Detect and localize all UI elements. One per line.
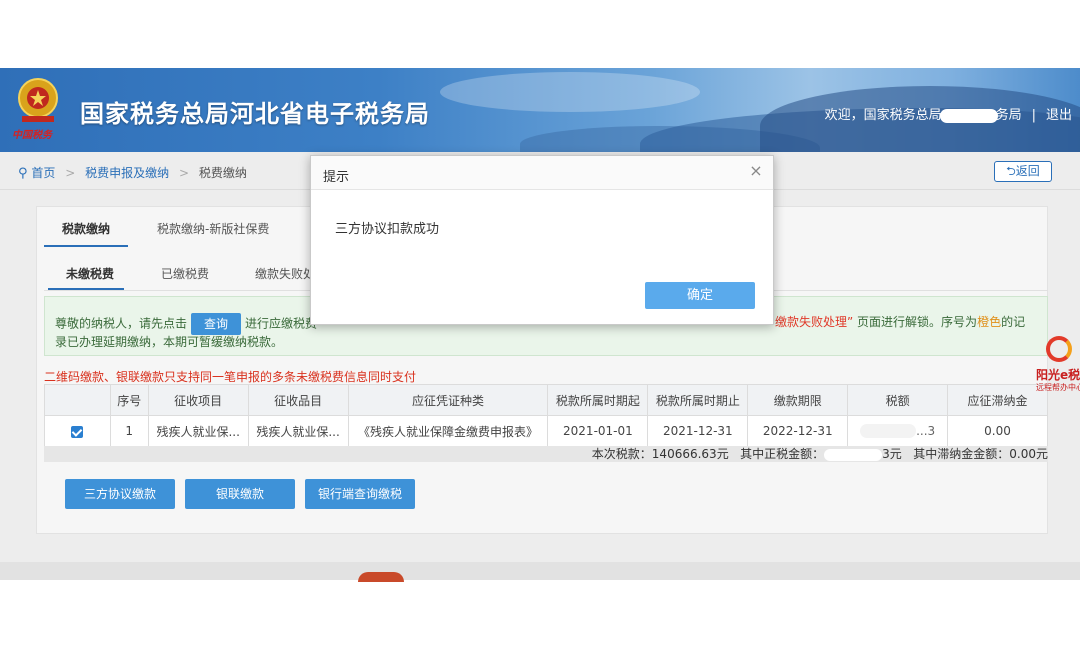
notice-text: 尊敬的纳税人，请先点击 (55, 316, 188, 331)
breadcrumb-home[interactable]: 首页 (31, 166, 55, 180)
redacted-block (824, 448, 883, 461)
cell-voucher: 《残疾人就业保障金缴费申报表》 (347, 415, 549, 447)
notice-text: 页面进行解锁。序号为 (857, 315, 978, 329)
col-header: 应征滞纳金 (947, 384, 1048, 416)
notice-text: 的记 (1001, 315, 1026, 329)
payment-warning: 二维码缴款、银联缴款只支持同一笔申报的多条未缴税费信息同时支付 (44, 370, 417, 384)
breadcrumb-arrow-icon: > (65, 166, 76, 180)
col-header: 税款所属时期起 (547, 384, 649, 416)
back-button-label: 返回 (1015, 164, 1040, 178)
col-header (44, 384, 111, 416)
tab-payment-failed[interactable]: 缴款失败处 (255, 265, 315, 282)
cell-index: 1 (109, 415, 149, 447)
site-title: 国家税务总局河北省电子税务局 (80, 100, 430, 128)
dialog-title: 提示 (323, 170, 350, 185)
table-row[interactable]: 1 残疾人就业保... 残疾人就业保... 《残疾人就业保障金缴费申报表》 20… (44, 415, 1048, 447)
unpaid-tax-table: 序号 征收项目 征收品目 应征凭证种类 税款所属时期起 税款所属时期止 缴款期限… (44, 384, 1048, 447)
alert-dialog: 提示 × 三方协议扣款成功 确定 (310, 155, 774, 325)
welcome-text-prefix: 欢迎，国家税务总局 (824, 108, 942, 123)
notice-text: 进行应缴税费 (245, 316, 318, 331)
dialog-message: 三方协议扣款成功 (335, 222, 440, 237)
redacted-block (939, 108, 998, 123)
cell-subitem: 残疾人就业保... (247, 415, 349, 447)
side-logo-title: 阳光e税 (1036, 368, 1080, 382)
banner-cloud (440, 72, 700, 112)
cell-period-start: 2021-01-01 (547, 415, 649, 447)
orange-word: 橙色 (977, 315, 1002, 329)
active-subtab-indicator (48, 288, 124, 290)
notice-line1: 尊敬的纳税人，请先点击 查询 进行应缴税费 (55, 313, 317, 335)
summary-principal-label: 其中正税金额： (740, 447, 825, 461)
back-button[interactable]: ⮌返回 (994, 161, 1052, 182)
unionpay-payment-button[interactable]: 银联缴款 (185, 479, 295, 509)
query-button[interactable]: 查询 (191, 313, 242, 335)
notice-line1-right: 缴款失败处理” 页面进行解锁。序号为橙色的记 (775, 313, 1025, 330)
cell-late-fee: 0.00 (947, 415, 1048, 447)
cell-item: 残疾人就业保... (147, 415, 249, 447)
payment-summary: 本次税款：140666.63元 其中正税金额： 3元 其中滞纳金金额：0.00元 (44, 446, 1048, 462)
col-header: 税款所属时期止 (647, 384, 749, 416)
footer-emblem-icon (358, 572, 404, 582)
dialog-header: 提示 × (311, 156, 773, 190)
col-header: 序号 (109, 384, 149, 416)
cell-tax-amount: ...3 (847, 415, 949, 447)
tab-tax-payment[interactable]: 税款缴纳 (62, 220, 110, 237)
tab-tax-payment-social[interactable]: 税款缴纳-新版社保费 (157, 220, 269, 237)
sunshine-e-tax-widget[interactable]: 阳光e税 远程帮办中心 (1034, 336, 1080, 396)
emblem-caption: 中国税务 (12, 130, 52, 141)
summary-principal-tail: 3元 (882, 447, 902, 461)
failed-link-text[interactable]: 缴款失败处理” (775, 315, 853, 329)
breadcrumb-current: 税费缴纳 (198, 166, 247, 180)
breadcrumb: ⚲ 首页 > 税费申报及缴纳 > 税费缴纳 (18, 164, 247, 181)
tab-paid[interactable]: 已缴税费 (161, 265, 209, 282)
active-tab-indicator (44, 245, 128, 247)
cell-deadline: 2022-12-31 (747, 415, 849, 447)
col-header: 缴款期限 (747, 384, 849, 416)
breadcrumb-arrow-icon: > (178, 166, 189, 180)
cell-period-end: 2021-12-31 (647, 415, 749, 447)
tax-emblem-icon (18, 78, 58, 122)
tripartite-payment-button[interactable]: 三方协议缴款 (65, 479, 175, 509)
side-logo-subtitle: 远程帮办中心 (1036, 383, 1080, 392)
welcome-text-suffix: 务局 (995, 108, 1022, 123)
sunshine-logo-icon (1046, 336, 1072, 362)
welcome-area: 欢迎，国家税务总局 务局 | 退出 (825, 104, 1072, 123)
checkbox-checked-icon[interactable] (71, 425, 84, 438)
close-icon[interactable]: × (747, 162, 765, 180)
header-banner: 中国税务 国家税务总局河北省电子税务局 欢迎，国家税务总局 务局 | 退出 (0, 68, 1080, 152)
bank-query-payment-button[interactable]: 银行端查询缴税 (305, 479, 415, 509)
table-header: 序号 征收项目 征收品目 应征凭证种类 税款所属时期起 税款所属时期止 缴款期限… (44, 384, 1048, 416)
logout-link[interactable]: 退出 (1046, 108, 1072, 123)
summary-late-fee: 其中滞纳金金额：0.00元 (913, 447, 1048, 461)
col-header: 征收项目 (147, 384, 249, 416)
col-header: 应征凭证种类 (347, 384, 549, 416)
confirm-button[interactable]: 确定 (645, 282, 755, 309)
welcome-separator: | (1031, 108, 1036, 123)
tab-unpaid[interactable]: 未缴税费 (66, 265, 114, 282)
redacted-block (860, 424, 917, 439)
location-pin-icon: ⚲ (18, 166, 28, 181)
summary-total: 本次税款：140666.63元 (591, 447, 729, 461)
col-header: 征收品目 (247, 384, 349, 416)
notice-line2: 录已办理延期缴纳，本期可暂缓缴纳税款。 (55, 335, 284, 349)
footer-bar (0, 562, 1080, 580)
col-header: 税额 (847, 384, 949, 416)
breadcrumb-level1[interactable]: 税费申报及缴纳 (85, 166, 169, 180)
row-checkbox-cell[interactable] (44, 415, 111, 447)
tax-amount-tail: ...3 (916, 423, 936, 438)
return-arrow-icon: ⮌ (1006, 164, 1016, 178)
